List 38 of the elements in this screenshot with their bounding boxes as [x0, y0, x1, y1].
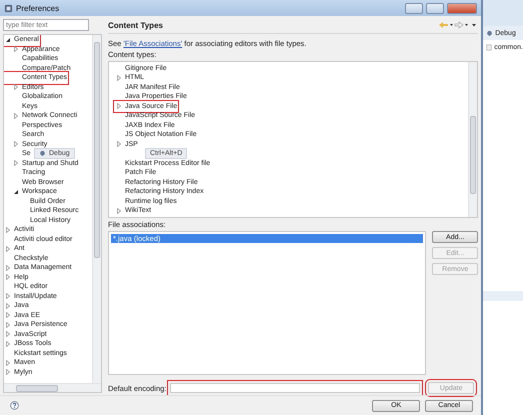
expand-arrow-icon[interactable]	[5, 246, 11, 252]
scrollbar[interactable]	[468, 62, 478, 218]
expand-arrow-icon[interactable]	[5, 226, 11, 233]
expand-arrow-icon[interactable]	[5, 322, 11, 328]
expand-arrow-icon[interactable]	[5, 369, 11, 376]
expand-arrow-icon[interactable]	[13, 112, 19, 119]
expand-arrow-icon[interactable]	[13, 141, 19, 148]
expand-arrow-icon[interactable]	[116, 74, 122, 81]
expand-arrow-icon[interactable]	[116, 208, 122, 214]
expand-arrow-icon[interactable]	[5, 360, 11, 366]
expand-arrow-icon[interactable]	[5, 293, 11, 300]
expand-arrow-icon[interactable]	[13, 160, 19, 166]
expand-arrow-icon[interactable]	[13, 46, 19, 52]
scrollbar[interactable]	[92, 35, 101, 383]
expand-arrow-icon[interactable]	[5, 331, 11, 338]
navigation-arrows-icon[interactable]	[438, 21, 478, 30]
file-icon	[486, 44, 492, 51]
bug-icon	[486, 30, 494, 36]
expand-arrow-icon[interactable]	[13, 84, 19, 90]
help-icon[interactable]	[10, 401, 19, 410]
app-icon	[4, 4, 13, 12]
maximize-button[interactable]	[426, 2, 444, 14]
window-title: Preferences	[16, 4, 60, 12]
expand-arrow-icon[interactable]	[5, 302, 11, 309]
horizontal-scrollbar[interactable]	[4, 383, 101, 392]
expand-arrow-icon[interactable]	[5, 340, 11, 347]
bug-icon	[39, 150, 46, 158]
expand-arrow-icon[interactable]	[5, 264, 11, 271]
expand-arrow-icon[interactable]	[5, 312, 11, 318]
expand-arrow-icon[interactable]	[5, 274, 11, 280]
minimize-button[interactable]	[405, 2, 424, 14]
close-button[interactable]	[447, 2, 478, 14]
encoding-field[interactable]	[170, 383, 420, 394]
expand-arrow-icon[interactable]	[116, 103, 122, 110]
collapse-arrow-icon[interactable]	[13, 188, 19, 195]
collapse-arrow-icon[interactable]	[5, 36, 11, 43]
page-title: Content Types	[108, 20, 163, 30]
expand-arrow-icon[interactable]	[116, 141, 122, 148]
